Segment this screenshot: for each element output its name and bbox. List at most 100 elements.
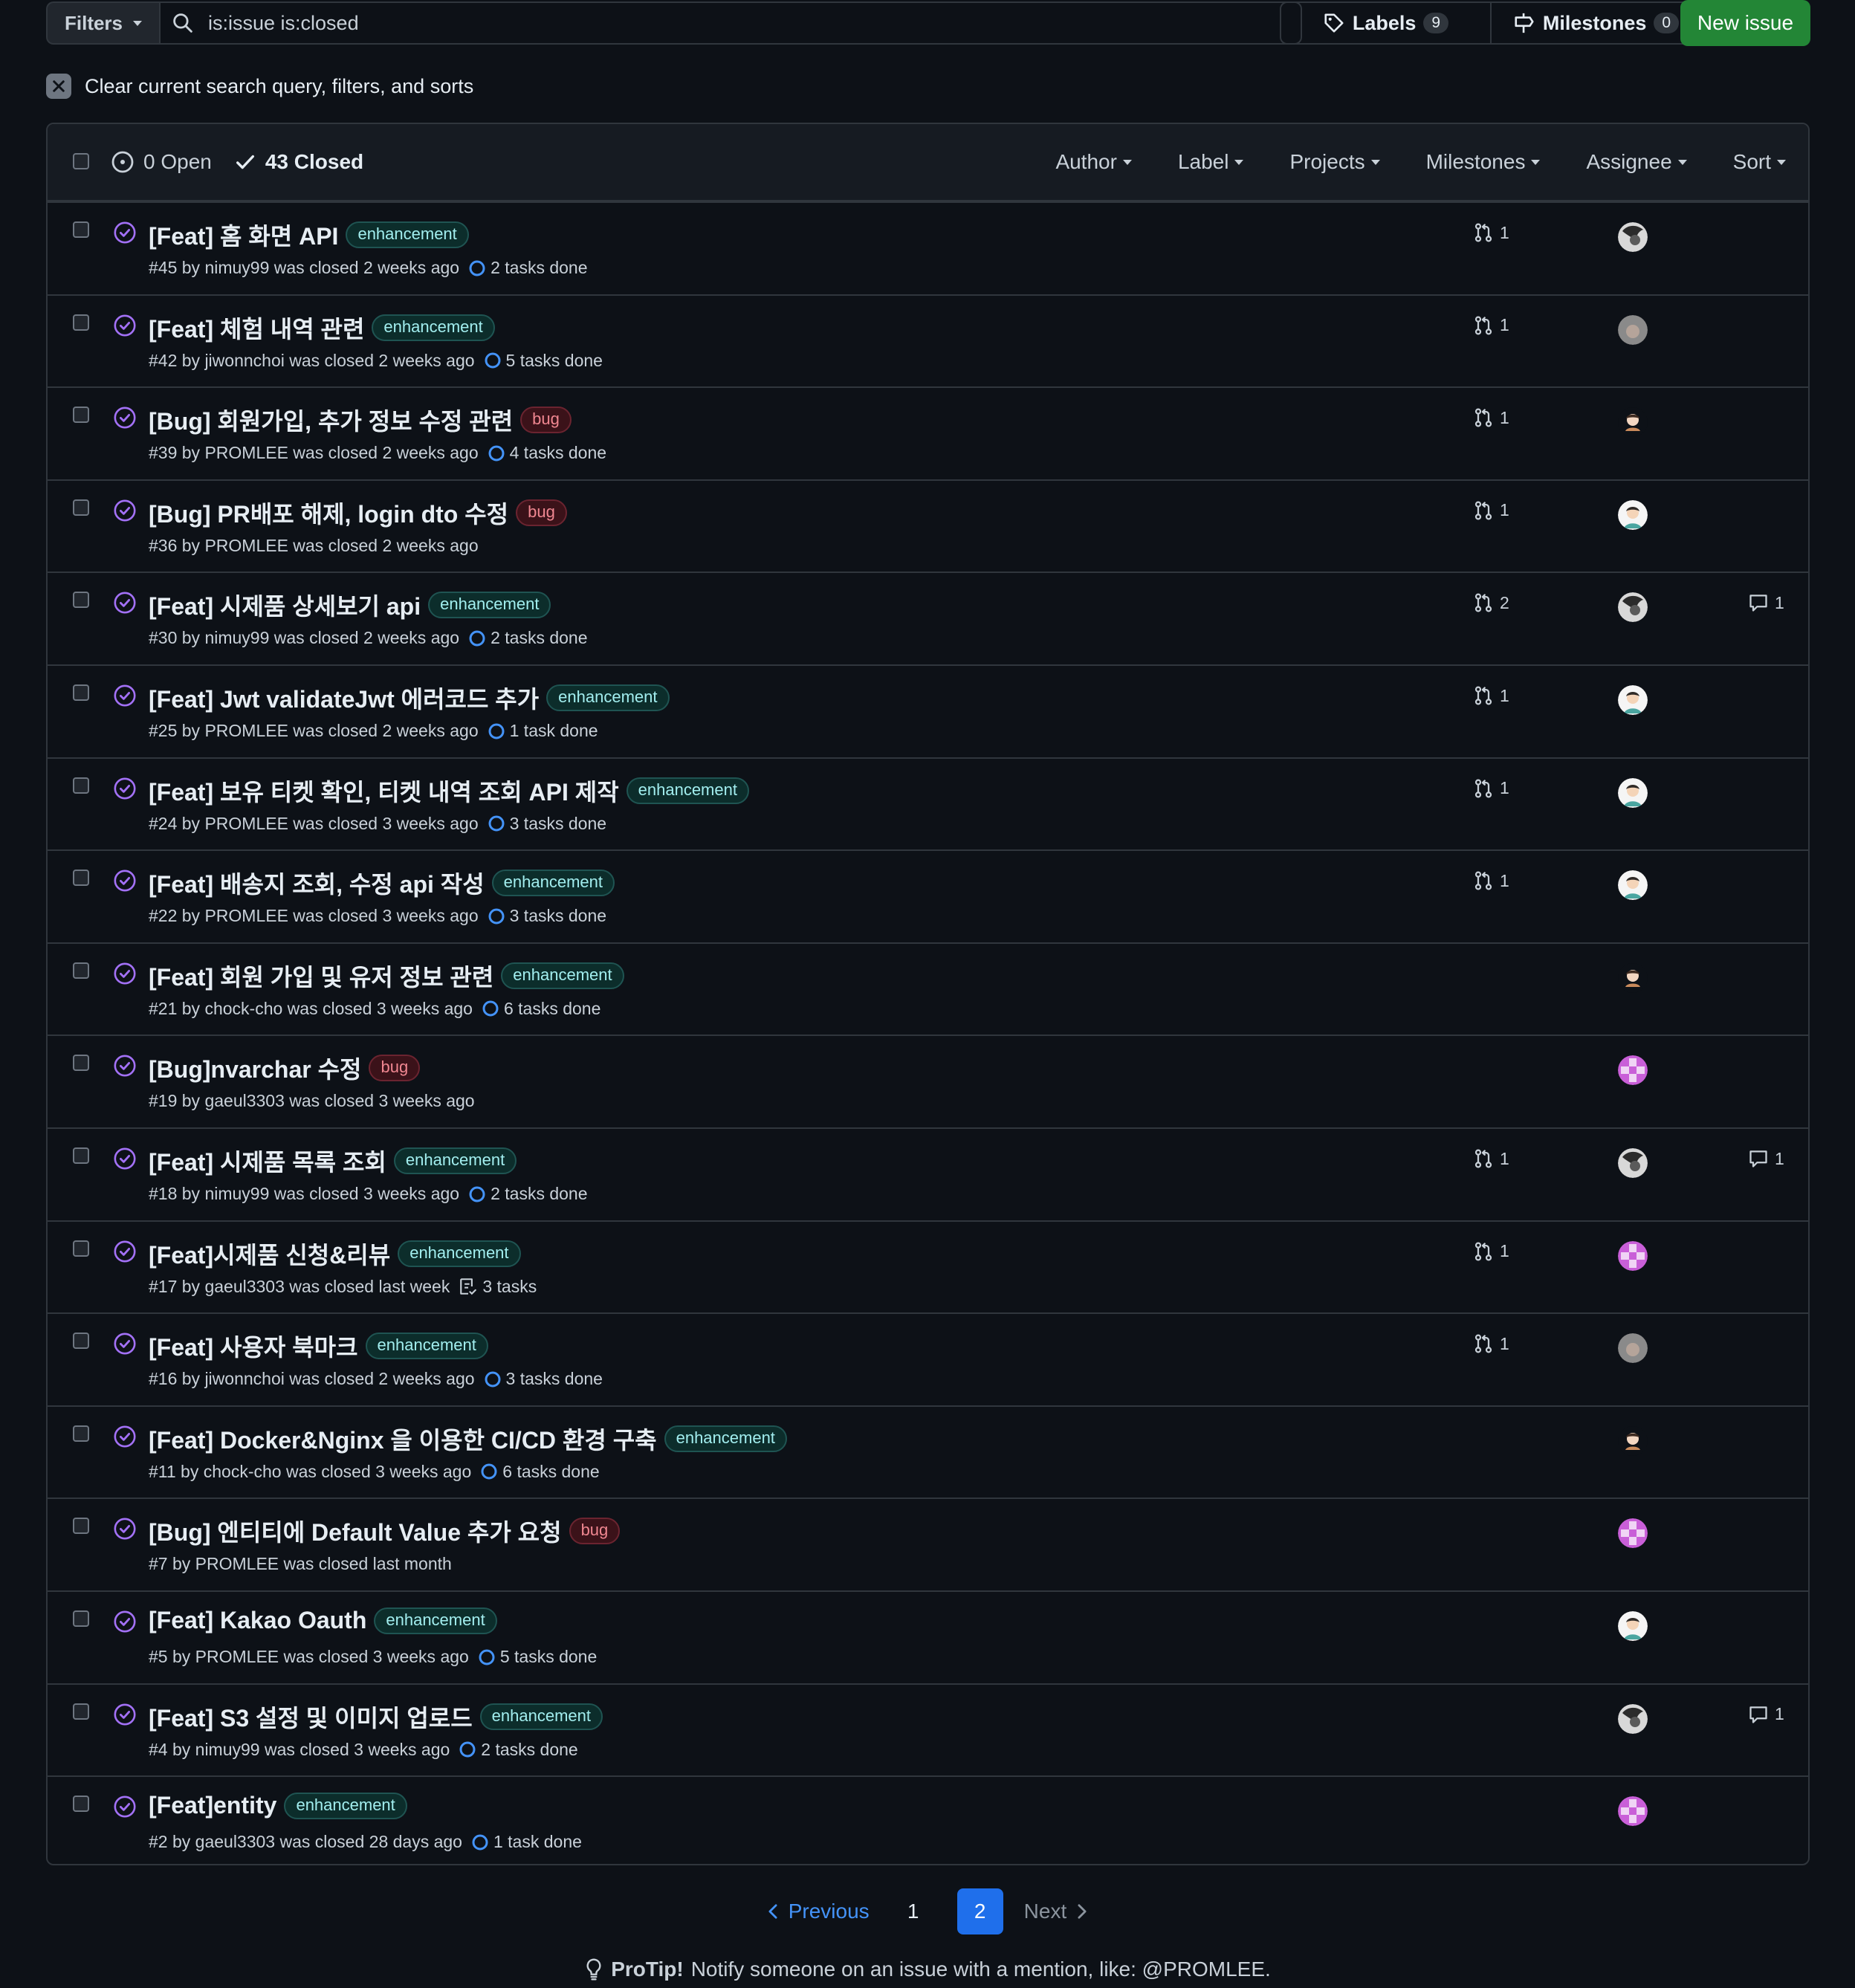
- issue-title-link[interactable]: [Feat] S3 설정 및 이미지 업로드: [149, 1700, 473, 1734]
- task-progress[interactable]: 2 tasks done: [468, 1184, 588, 1204]
- issue-row[interactable]: [Feat] 시제품 상세보기 api enhancement #30 by nim…: [48, 572, 1808, 664]
- issue-checkbox[interactable]: [73, 221, 89, 238]
- assignee-avatar[interactable]: [1618, 1055, 1648, 1086]
- assignee-avatar[interactable]: [1618, 962, 1648, 993]
- closed-issues-tab[interactable]: 43 Closed: [234, 150, 363, 174]
- issue-title-link[interactable]: [Bug] PR배포 해제, login dto 수정: [149, 496, 508, 530]
- issue-checkbox[interactable]: [73, 407, 89, 424]
- issue-title-link[interactable]: [Bug]nvarchar 수정: [149, 1051, 361, 1085]
- issue-checkbox[interactable]: [73, 1240, 89, 1257]
- issue-row[interactable]: [Feat]entity enhancement #2 by gaeul3303 w…: [48, 1775, 1808, 1864]
- task-progress[interactable]: 3 tasks done: [488, 906, 606, 926]
- issue-checkbox[interactable]: [73, 962, 89, 979]
- assignee-avatar[interactable]: [1618, 222, 1648, 252]
- issue-title-link[interactable]: [Feat] 배송지 조회, 수정 api 작성: [149, 866, 485, 900]
- issue-title-link[interactable]: [Feat] 시제품 목록 조회: [149, 1144, 386, 1178]
- issue-checkbox[interactable]: [73, 1610, 89, 1627]
- previous-page-link[interactable]: Previous: [766, 1900, 870, 1923]
- filters-button[interactable]: Filters: [46, 1, 159, 45]
- page-1-link[interactable]: 1: [890, 1888, 936, 1934]
- label-bug[interactable]: bug: [369, 1055, 421, 1082]
- issue-row[interactable]: [Feat] 홈 화면 API enhancement #45 by nimuy99…: [48, 201, 1808, 294]
- close-icon[interactable]: [46, 74, 71, 99]
- assignee-avatar[interactable]: [1618, 1796, 1648, 1827]
- issue-title-link[interactable]: [Bug] 회원가입, 추가 정보 수정 관련: [149, 403, 513, 437]
- issue-title-link[interactable]: [Feat]시제품 신청&리뷰: [149, 1237, 390, 1271]
- open-issues-tab[interactable]: 0 Open: [111, 150, 212, 174]
- issue-title-link[interactable]: [Feat] 시제품 상세보기 api: [149, 588, 421, 622]
- label-enhancement[interactable]: enhancement: [374, 1607, 497, 1634]
- labels-button[interactable]: Labels 9: [1281, 3, 1490, 43]
- issue-title-link[interactable]: [Feat] 체험 내역 관련: [149, 311, 364, 345]
- task-progress[interactable]: 5 tasks done: [478, 1647, 597, 1667]
- milestones-filter[interactable]: Milestones: [1426, 150, 1541, 174]
- assignee-avatar[interactable]: [1618, 499, 1648, 530]
- label-enhancement[interactable]: enhancement: [479, 1703, 603, 1730]
- issue-title-link[interactable]: [Bug] 엔티티에 Default Value 추가 요청: [149, 1514, 562, 1548]
- label-enhancement[interactable]: enhancement: [626, 777, 749, 804]
- label-enhancement[interactable]: enhancement: [393, 1147, 517, 1174]
- issue-checkbox[interactable]: [73, 684, 89, 701]
- issue-checkbox[interactable]: [73, 1425, 89, 1442]
- sort-menu[interactable]: Sort: [1733, 150, 1786, 174]
- assignee-avatar[interactable]: [1618, 1518, 1648, 1549]
- task-progress[interactable]: 4 tasks done: [488, 443, 606, 463]
- linked-pull-requests[interactable]: 1: [1473, 407, 1509, 428]
- assignee-avatar[interactable]: [1618, 1425, 1648, 1456]
- issue-row[interactable]: [Feat] Jwt validateJwt 에러코드 추가 enhancemen…: [48, 664, 1808, 757]
- label-enhancement[interactable]: enhancement: [491, 870, 615, 897]
- linked-pull-requests[interactable]: 1: [1473, 222, 1509, 243]
- issue-checkbox[interactable]: [73, 1333, 89, 1350]
- label-bug[interactable]: bug: [520, 407, 572, 434]
- linked-pull-requests[interactable]: 1: [1473, 870, 1509, 891]
- assignee-avatar[interactable]: [1618, 1703, 1648, 1734]
- issue-title-link[interactable]: [Feat] Kakao Oauth: [149, 1607, 366, 1634]
- issue-checkbox[interactable]: [73, 314, 89, 331]
- issue-row[interactable]: [Bug] 엔티티에 Default Value 추가 요청 bug #7 by P…: [48, 1498, 1808, 1590]
- assignee-avatar[interactable]: [1618, 407, 1648, 438]
- issue-title-link[interactable]: [Feat] 보유 티켓 확인, 티켓 내역 조회 API 제작: [149, 774, 619, 808]
- issue-checkbox[interactable]: [73, 1147, 89, 1164]
- issue-title-link[interactable]: [Feat] 사용자 북마크: [149, 1329, 358, 1363]
- label-enhancement[interactable]: enhancement: [372, 314, 495, 341]
- label-enhancement[interactable]: enhancement: [428, 592, 551, 619]
- label-enhancement[interactable]: enhancement: [398, 1240, 521, 1267]
- issue-checkbox[interactable]: [73, 592, 89, 609]
- issue-row[interactable]: [Bug]nvarchar 수정 bug #19 by gaeul3303 was …: [48, 1035, 1808, 1127]
- issue-checkbox[interactable]: [73, 1703, 89, 1720]
- assignee-avatar[interactable]: [1618, 1611, 1648, 1641]
- issue-title-link[interactable]: [Feat] Docker&Nginx 을 이용한 CI/CD 환경 구축: [149, 1422, 657, 1456]
- issue-checkbox[interactable]: [73, 777, 89, 794]
- assignee-avatar[interactable]: [1618, 314, 1648, 345]
- author-filter[interactable]: Author: [1055, 150, 1132, 174]
- issue-title-link[interactable]: [Feat] 회원 가입 및 유저 정보 관련: [149, 959, 493, 993]
- label-enhancement[interactable]: enhancement: [501, 962, 624, 989]
- linked-pull-requests[interactable]: 2: [1473, 592, 1509, 613]
- label-enhancement[interactable]: enhancement: [284, 1792, 407, 1819]
- assignee-avatar[interactable]: [1618, 1333, 1648, 1364]
- assignee-filter[interactable]: Assignee: [1586, 150, 1687, 174]
- issue-checkbox[interactable]: [73, 1796, 89, 1813]
- issue-row[interactable]: [Feat] S3 설정 및 이미지 업로드 enhancement #4 by n…: [48, 1683, 1808, 1776]
- issue-checkbox[interactable]: [73, 1055, 89, 1072]
- task-progress[interactable]: 1 task done: [471, 1832, 582, 1852]
- assignee-avatar[interactable]: [1618, 685, 1648, 715]
- task-progress[interactable]: 1 task done: [488, 721, 598, 741]
- task-progress[interactable]: 2 tasks done: [468, 628, 588, 648]
- label-enhancement[interactable]: enhancement: [365, 1333, 488, 1360]
- issue-row[interactable]: [Feat] 배송지 조회, 수정 api 작성 enhancement #22 b…: [48, 849, 1808, 942]
- new-issue-button[interactable]: New issue: [1680, 0, 1810, 46]
- issue-row[interactable]: [Feat] 회원 가입 및 유저 정보 관련 enhancement #21 by…: [48, 942, 1808, 1035]
- page-2-current[interactable]: 2: [956, 1888, 1003, 1934]
- issue-title-link[interactable]: [Feat]entity: [149, 1792, 276, 1819]
- linked-pull-requests[interactable]: 1: [1473, 1333, 1509, 1354]
- issue-row[interactable]: [Bug] 회원가입, 추가 정보 수정 관련 bug #39 by PROMLEE…: [48, 386, 1808, 479]
- issue-checkbox[interactable]: [73, 1518, 89, 1535]
- search-input[interactable]: [207, 10, 1250, 36]
- assignee-avatar[interactable]: [1618, 1148, 1648, 1178]
- projects-filter[interactable]: Projects: [1289, 150, 1380, 174]
- assignee-avatar[interactable]: [1618, 592, 1648, 623]
- issue-row[interactable]: [Feat] 사용자 북마크 enhancement #16 by jiwonnch…: [48, 1312, 1808, 1405]
- issue-row[interactable]: [Feat] 시제품 목록 조회 enhancement #18 by nimuy9…: [48, 1127, 1808, 1220]
- task-progress[interactable]: 3 tasks done: [488, 814, 606, 834]
